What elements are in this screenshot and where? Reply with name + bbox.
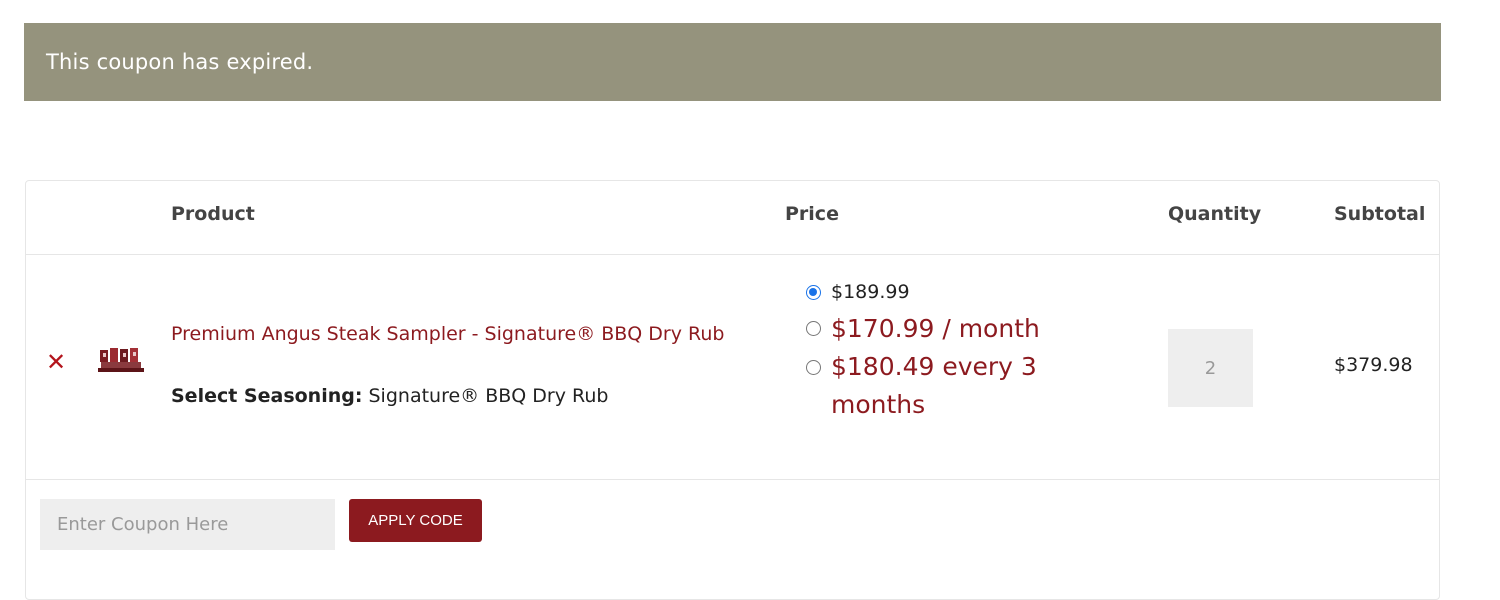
cart-table: Product Price Quantity Subtotal ✕ Premiu… <box>25 180 1440 600</box>
header-price: Price <box>785 203 839 225</box>
price-option-one-time[interactable]: $189.99 <box>806 276 1106 308</box>
price-option-quarterly[interactable]: $180.49 every 3 months <box>806 348 1076 424</box>
product-thumbnail[interactable] <box>98 344 146 376</box>
attribute-value: Signature® BBQ Dry Rub <box>368 385 609 407</box>
attribute-label: Select Seasoning: <box>171 385 363 407</box>
coupon-expired-notice: This coupon has expired. <box>24 23 1441 101</box>
product-attribute: Select Seasoning: Signature® BBQ Dry Rub <box>171 385 608 407</box>
notice-message: This coupon has expired. <box>46 50 314 74</box>
apply-code-button[interactable]: APPLY CODE <box>349 499 482 542</box>
item-subtotal: $379.98 <box>1334 354 1413 376</box>
cart-header-row: Product Price Quantity Subtotal <box>26 181 1439 255</box>
radio-icon[interactable] <box>806 360 821 375</box>
price-option-label: $170.99 / month <box>831 313 1040 343</box>
header-quantity: Quantity <box>1168 203 1262 225</box>
cart-item-row: ✕ Premium Angus Steak Sampler - Signatur… <box>26 254 1439 480</box>
header-product: Product <box>171 203 255 225</box>
price-option-monthly[interactable]: $170.99 / month <box>806 308 1106 348</box>
price-options: $189.99 $170.99 / month $180.49 every 3 … <box>806 276 1106 424</box>
radio-selected-icon[interactable] <box>806 284 821 300</box>
coupon-input[interactable]: Enter Coupon Here <box>40 499 335 550</box>
header-subtotal: Subtotal <box>1334 203 1426 225</box>
remove-item-icon[interactable]: ✕ <box>46 350 66 374</box>
price-option-label: $180.49 every 3 months <box>831 352 1037 419</box>
price-option-label: $189.99 <box>831 281 910 303</box>
product-name-link[interactable]: Premium Angus Steak Sampler - Signature®… <box>171 318 751 351</box>
radio-icon[interactable] <box>806 320 821 336</box>
quantity-input[interactable]: 2 <box>1168 329 1253 407</box>
